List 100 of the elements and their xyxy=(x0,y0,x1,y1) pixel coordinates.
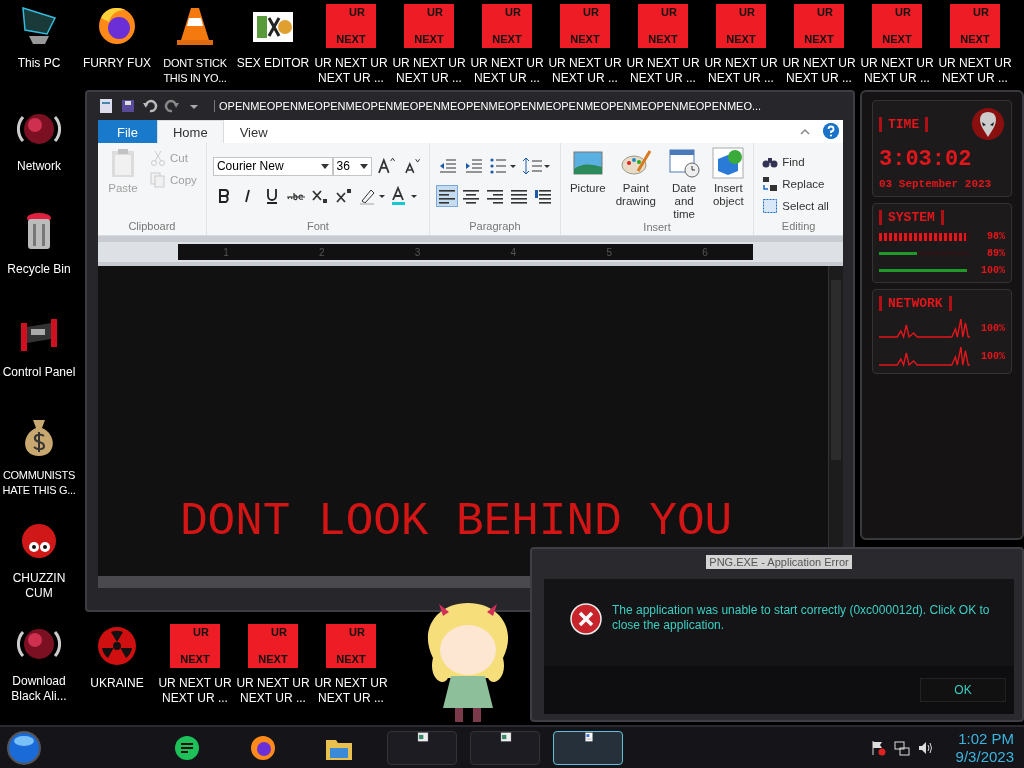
icon-label[interactable]: UR NEXT UR NEXT UR ... xyxy=(390,56,468,86)
tile-text: UR xyxy=(349,6,365,18)
tile-text: UR xyxy=(583,6,599,18)
undo-icon[interactable] xyxy=(142,98,158,114)
icon-label[interactable]: FURRY FUX xyxy=(82,56,152,71)
tile-text: UR xyxy=(427,6,443,18)
icon-label[interactable]: COMMUNISTS HATE THIS G... xyxy=(0,468,78,498)
window-thumbnail-icon xyxy=(500,732,511,741)
insert-button[interactable]: Date and time xyxy=(663,147,706,221)
app-tile[interactable]: UR NEXT xyxy=(404,4,454,48)
group-label: Insert xyxy=(642,221,672,235)
app-tile[interactable]: UR NEXT xyxy=(716,4,766,48)
app-tile[interactable]: UR NEXT xyxy=(170,624,220,668)
icon-label[interactable]: UR NEXT UR NEXT UR ... xyxy=(312,56,390,86)
group-label: Clipboard xyxy=(127,220,177,234)
taskbar-button[interactable] xyxy=(387,730,457,765)
app-tile[interactable]: UR NEXT xyxy=(326,4,376,48)
icon-label[interactable]: UR NEXT UR NEXT UR ... xyxy=(156,676,234,706)
error-icon xyxy=(570,603,602,635)
help-icon[interactable] xyxy=(823,123,839,139)
insert-button[interactable]: Picture xyxy=(566,147,609,221)
select-all-icon xyxy=(762,198,779,214)
tile-text: NEXT xyxy=(492,33,522,45)
meter-reading: 100% xyxy=(980,350,1005,362)
ruler-number: 1 xyxy=(223,246,229,258)
tile-text: NEXT xyxy=(336,33,366,45)
radiation-icon[interactable] xyxy=(95,624,139,668)
replace-icon xyxy=(762,176,779,192)
icon-label[interactable]: UR NEXT UR NEXT UR ... xyxy=(780,56,858,86)
tile-text: UR xyxy=(349,626,365,638)
tile-text: UR xyxy=(661,6,677,18)
icon-label[interactable]: DONT STICK THIS IN YO... xyxy=(156,56,234,86)
icon-label[interactable]: UR NEXT UR NEXT UR ... xyxy=(858,56,936,86)
fox-globe-icon xyxy=(251,735,275,760)
meter-reading: 100% xyxy=(980,322,1005,334)
editing-button[interactable]: Find xyxy=(760,151,837,173)
calendar-clock-icon xyxy=(668,147,701,179)
app-tile[interactable]: UR NEXT xyxy=(482,4,532,48)
ok-button[interactable]: OK xyxy=(920,678,1006,702)
ribbon-tab[interactable]: View xyxy=(223,120,284,143)
window-thumbnail-icon xyxy=(417,732,428,741)
caret-icon[interactable] xyxy=(359,163,368,169)
icon-label[interactable]: UR NEXT UR NEXT UR ... xyxy=(546,56,624,86)
document-icon[interactable] xyxy=(98,98,114,114)
icon-label[interactable]: UR NEXT UR NEXT UR ... xyxy=(468,56,546,86)
ruler-number: 6 xyxy=(702,246,708,258)
icon-label[interactable]: UR NEXT UR NEXT UR ... xyxy=(624,56,702,86)
align-button[interactable] xyxy=(435,185,458,207)
tile-text: NEXT xyxy=(336,653,366,665)
start-button[interactable] xyxy=(6,729,42,766)
ribbon-tab[interactable]: Home xyxy=(156,120,224,143)
save-icon[interactable] xyxy=(120,98,136,114)
app-tile[interactable]: UR NEXT xyxy=(560,4,610,48)
flag-icon[interactable] xyxy=(869,739,886,756)
ruler-number: 3 xyxy=(414,246,421,258)
line-spacing-icon[interactable] xyxy=(521,155,552,177)
editing-button[interactable]: Replace xyxy=(760,173,837,195)
tile-text: NEXT xyxy=(570,33,600,45)
icon-label[interactable]: UR NEXT UR NEXT UR ... xyxy=(234,676,312,706)
icon-label[interactable]: SEX EDITOR xyxy=(236,56,310,71)
app-tile[interactable]: UR NEXT xyxy=(950,4,1000,48)
icon-label[interactable]: Recycle Bin xyxy=(7,262,71,277)
taskbar-button[interactable] xyxy=(553,730,623,765)
icon-label[interactable]: UR NEXT UR NEXT UR ... xyxy=(312,676,390,706)
tile-text: NEXT xyxy=(414,33,444,45)
icon-label[interactable]: UR NEXT UR NEXT UR ... xyxy=(936,56,1014,86)
taskbar-button[interactable] xyxy=(470,730,540,765)
icon-label[interactable]: Download Black Ali... xyxy=(0,674,78,704)
tile-text: UR xyxy=(895,6,911,18)
app-tile[interactable]: UR NEXT xyxy=(794,4,844,48)
icon-label[interactable]: Control Panel xyxy=(2,365,76,380)
taskbar-clock[interactable]: 1:02 PM 9/3/2023 xyxy=(955,729,1014,766)
font-name-field[interactable]: Courier New xyxy=(212,156,333,176)
editing-button[interactable]: Select all xyxy=(760,195,837,217)
widget-heading: SYSTEM xyxy=(879,210,944,225)
icon-label[interactable]: CHUZZIN CUM xyxy=(0,571,78,601)
icon-label[interactable]: UKRAINE xyxy=(90,676,144,691)
icon-label[interactable]: This PC xyxy=(17,56,61,71)
caret-icon[interactable] xyxy=(320,163,329,169)
document-text: DONT LOOK BEHIND YOU xyxy=(180,496,734,548)
insert-button[interactable]: Paint drawing xyxy=(612,147,659,221)
network-icon[interactable] xyxy=(893,739,910,756)
app-tile[interactable]: UR NEXT xyxy=(326,624,376,668)
icon-label[interactable]: Network xyxy=(17,159,61,174)
app-tile[interactable]: UR NEXT xyxy=(248,624,298,668)
copy-icon xyxy=(150,172,166,188)
tile-text: NEXT xyxy=(960,33,990,45)
app-tile[interactable]: UR NEXT xyxy=(872,4,922,48)
icon-label[interactable]: UR NEXT UR NEXT UR ... xyxy=(702,56,780,86)
app-tile[interactable]: UR NEXT xyxy=(638,4,688,48)
folder-icon xyxy=(326,739,352,760)
font-size-field[interactable]: 36 xyxy=(332,156,372,176)
insert-button[interactable]: Insert object xyxy=(709,147,748,221)
redo-icon[interactable] xyxy=(164,98,180,114)
meter-reading: 100% xyxy=(980,265,1005,276)
file-menu-tab[interactable]: File xyxy=(98,120,157,143)
window-title: OPENMEOPENMEOPENMEOPENMEOPENMEOPENMEOPENMEOPENMEOPENMEOPENMEOPENMEO... xyxy=(214,100,762,112)
tile-text: UR xyxy=(817,6,833,18)
ruler-number: 2 xyxy=(318,246,325,258)
group-label: Paragraph xyxy=(468,220,522,234)
